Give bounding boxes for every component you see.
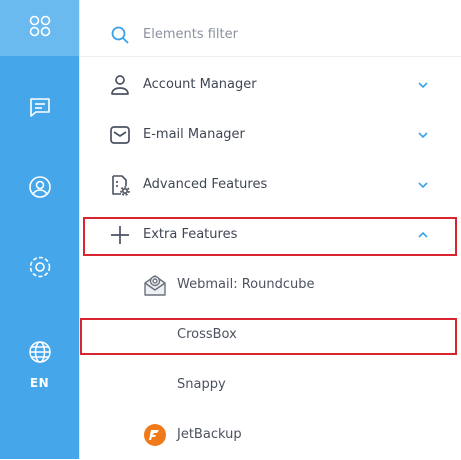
messages-button[interactable] <box>0 84 79 134</box>
settings-button[interactable] <box>0 244 79 294</box>
apps-grid-icon <box>28 14 52 42</box>
search-icon <box>108 23 132 47</box>
menu-item-account-manager[interactable]: Account Manager <box>80 60 461 110</box>
side-rail: EN <box>0 0 79 459</box>
profile-button[interactable] <box>0 164 79 214</box>
submenu-item-snappy[interactable]: Snappy <box>80 360 461 410</box>
menu-item-label: E-mail Manager <box>143 127 245 142</box>
globe-icon <box>28 340 52 368</box>
chevron-down-icon <box>418 182 428 189</box>
jetbackup-icon <box>143 423 167 447</box>
language-button[interactable]: EN <box>0 330 79 400</box>
menu-item-advanced-features[interactable]: Advanced Features <box>80 160 461 210</box>
elements-filter[interactable]: Elements filter <box>80 10 461 60</box>
menu-item-label: Account Manager <box>143 77 257 92</box>
roundcube-icon <box>143 273 167 297</box>
user-circle-icon <box>28 175 52 203</box>
submenu-item-jetbackup[interactable]: JetBackup <box>80 410 461 460</box>
crossbox-highlight <box>80 318 457 355</box>
chevron-down-icon <box>418 132 428 139</box>
language-label: EN <box>29 376 50 390</box>
extra-features-highlight <box>83 217 457 256</box>
chat-icon <box>28 95 52 123</box>
menu-panel: Elements filter Account Manager E-mail M… <box>80 0 461 459</box>
submenu-item-webmail-roundcube[interactable]: Webmail: Roundcube <box>80 260 461 310</box>
menu-item-label: Advanced Features <box>143 177 268 192</box>
settings-document-icon <box>108 173 132 197</box>
submenu-item-label: Webmail: Roundcube <box>177 277 315 292</box>
envelope-icon <box>108 123 132 147</box>
apps-button[interactable] <box>0 0 79 56</box>
gear-icon <box>28 255 52 283</box>
elements-filter-input[interactable]: Elements filter <box>143 10 238 60</box>
user-icon <box>108 73 132 97</box>
search-divider <box>80 56 461 57</box>
submenu-item-label: JetBackup <box>177 427 242 442</box>
menu-item-email-manager[interactable]: E-mail Manager <box>80 110 461 160</box>
submenu-item-label: Snappy <box>177 377 226 392</box>
chevron-down-icon <box>418 82 428 89</box>
